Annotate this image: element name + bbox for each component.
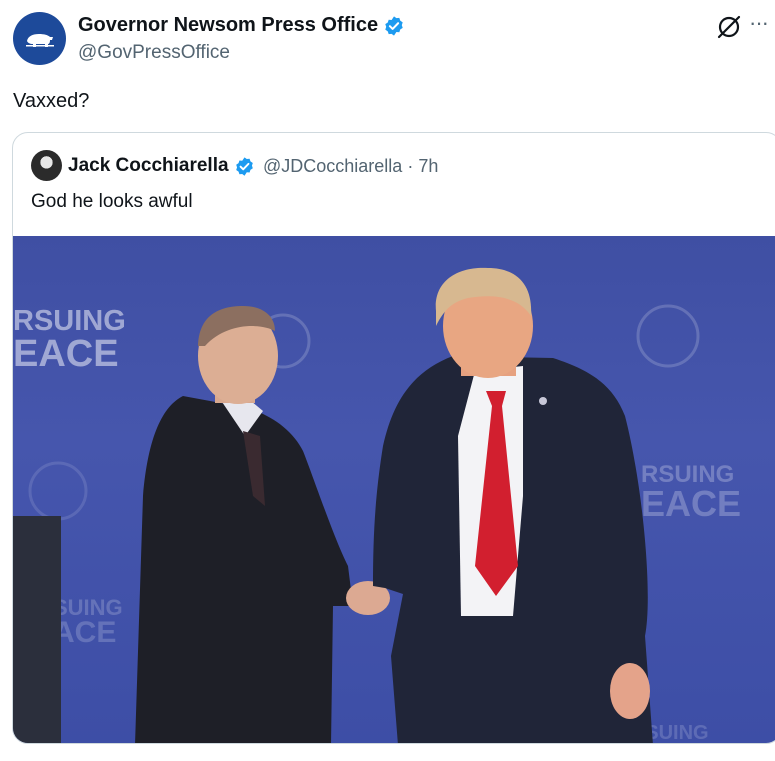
quoted-tweet-image[interactable]: RSUING EACE RSUING EACE SUING ACE PURSUI… xyxy=(13,236,775,743)
quoted-author-name[interactable]: Jack Cocchiarella xyxy=(68,155,255,177)
author-handle[interactable]: @GovPressOffice xyxy=(78,42,230,64)
quoted-tweet-card[interactable]: Jack Cocchiarella @JDCocchiarella · 7h G… xyxy=(12,132,775,744)
author-name-text: Governor Newsom Press Office xyxy=(78,14,379,36)
author-name[interactable]: Governor Newsom Press Office xyxy=(78,14,405,37)
quoted-tweet-meta: @JDCocchiarella · 7h xyxy=(263,156,438,177)
quoted-author-avatar[interactable] xyxy=(31,150,62,181)
verified-badge-icon xyxy=(235,156,253,176)
tweet-text: Vaxxed? xyxy=(13,90,90,112)
quoted-author-handle[interactable]: @JDCocchiarella xyxy=(263,156,402,176)
photo-scene xyxy=(13,267,700,743)
more-options-icon[interactable]: ··· xyxy=(749,10,769,36)
quoted-tweet-time[interactable]: 7h xyxy=(418,156,438,176)
author-avatar[interactable] xyxy=(13,12,66,65)
meta-separator: · xyxy=(407,156,414,176)
verified-badge-icon xyxy=(385,15,403,36)
quoted-author-name-text: Jack Cocchiarella xyxy=(68,155,229,176)
grok-icon[interactable] xyxy=(715,13,743,41)
bear-logo-icon xyxy=(25,33,54,47)
quoted-tweet-text: God he looks awful xyxy=(31,191,193,212)
